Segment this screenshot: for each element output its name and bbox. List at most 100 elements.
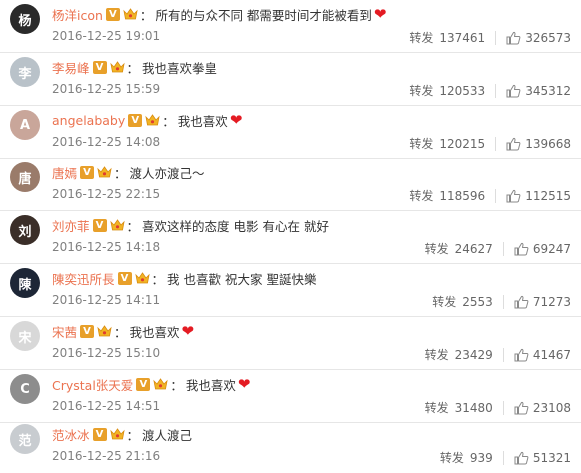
stats-divider [502, 400, 504, 415]
comment-line: 杨洋icon V ： 所有的与众不同 都需要时间才能被看到 ❤ [52, 4, 571, 24]
like-button[interactable]: 23108 [514, 401, 571, 415]
like-count: 139668 [525, 136, 571, 151]
colon-separator: ： [114, 324, 127, 340]
forward-count: 24627 [454, 241, 493, 256]
verified-v-icon: V [105, 7, 120, 21]
like-button[interactable]: 112515 [506, 189, 571, 203]
comment-timestamp: 2016-12-25 22:15 [52, 187, 161, 201]
verified-v-icon: V [117, 271, 132, 285]
like-count: 41467 [532, 347, 571, 362]
colon-separator: ： [170, 377, 183, 393]
user-name-link[interactable]: 陳奕迅所長 [52, 269, 115, 288]
comment-line: 宋茜 V ： 我也喜欢 ❤ [52, 321, 571, 341]
like-button[interactable]: 51321 [514, 451, 571, 465]
comment-item: 刘 刘亦菲 V ： 喜欢这样的态度 电影 有心在 就好 2016-12-25 1… [0, 211, 581, 264]
avatar[interactable]: 杨 [10, 4, 40, 34]
like-count: 326573 [525, 30, 571, 45]
forward-button[interactable]: 转发 2553 [432, 293, 493, 310]
user-name-link[interactable]: Crystal张天爱 [52, 375, 133, 394]
avatar[interactable]: 陳 [10, 268, 40, 298]
forward-button[interactable]: 转发 23429 [425, 346, 493, 363]
crown-badge-icon [97, 324, 112, 338]
thumbs-up-icon [514, 401, 529, 414]
avatar-initial: 唐 [18, 171, 32, 187]
forward-count: 23429 [454, 347, 493, 362]
user-name-link[interactable]: 唐嫣 [52, 163, 77, 182]
like-button[interactable]: 41467 [514, 348, 571, 362]
avatar-initial: 范 [18, 433, 32, 449]
comment-text: 渡人亦渡己～ [129, 165, 205, 181]
avatar[interactable]: 范 [10, 424, 40, 454]
thumbs-up-icon [506, 31, 521, 44]
user-name-link[interactable]: 李易峰 [52, 58, 90, 77]
comment-text: 我也喜欢 [129, 324, 180, 340]
comment-item: 范 范冰冰 V ： 渡人渡己 2016-12-25 21:16 转发 939 5… [0, 420, 581, 473]
colon-separator: ： [126, 218, 140, 234]
comment-list: 杨 杨洋icon V ： 所有的与众不同 都需要时间才能被看到 ❤ 2016-1… [0, 0, 581, 470]
thumbs-up-icon [506, 137, 521, 150]
user-name-link[interactable]: 宋茜 [52, 322, 77, 341]
comment-stats: 转发 23429 41467 [425, 346, 571, 363]
avatar[interactable]: 刘 [10, 215, 40, 245]
forward-button[interactable]: 转发 120215 [409, 135, 485, 152]
comment-timestamp: 2016-12-25 19:01 [52, 29, 161, 43]
comment-text: 我也喜欢 [177, 113, 228, 129]
forward-count: 120533 [439, 83, 486, 98]
avatar-initial: 陳 [18, 277, 32, 293]
avatar-initial: C [20, 381, 30, 397]
comment-stats: 转发 120533 345312 [409, 82, 571, 99]
forward-button[interactable]: 转发 120533 [409, 82, 485, 99]
avatar[interactable]: 李 [10, 57, 40, 87]
thumbs-up-icon [506, 189, 521, 202]
comment-stats: 转发 939 51321 [440, 449, 571, 466]
like-count: 69247 [532, 241, 571, 256]
colon-separator: ： [126, 427, 140, 443]
avatar-initial: 刘 [18, 224, 32, 240]
forward-count: 939 [469, 450, 493, 465]
heart-emoji-icon: ❤ [229, 111, 243, 129]
like-count: 23108 [532, 400, 571, 415]
stats-divider [502, 241, 504, 256]
forward-label: 转发 [409, 84, 434, 98]
comment-stats: 转发 118596 112515 [409, 187, 571, 204]
forward-button[interactable]: 转发 939 [440, 449, 493, 466]
user-name-link[interactable]: 杨洋icon [52, 5, 103, 24]
forward-button[interactable]: 转发 118596 [409, 187, 485, 204]
forward-button[interactable]: 转发 137461 [409, 29, 485, 46]
heart-emoji-icon: ❤ [237, 375, 251, 393]
avatar-initial: 杨 [18, 13, 32, 29]
crown-badge-icon [109, 427, 125, 441]
comment-text: 喜欢这样的态度 电影 有心在 就好 [142, 218, 329, 234]
forward-count: 118596 [439, 188, 486, 203]
avatar[interactable]: 宋 [10, 321, 40, 351]
crown-badge-icon [109, 218, 125, 232]
forward-button[interactable]: 转发 24627 [425, 240, 493, 257]
user-name-link[interactable]: 刘亦菲 [52, 216, 90, 235]
like-count: 112515 [525, 188, 571, 203]
avatar[interactable]: C [10, 374, 40, 404]
like-count: 345312 [525, 83, 571, 98]
comment-line: 刘亦菲 V ： 喜欢这样的态度 电影 有心在 就好 [52, 215, 571, 235]
comment-item: 宋 宋茜 V ： 我也喜欢 ❤ 2016-12-25 15:10 转发 2342… [0, 317, 581, 370]
comment-line: 陳奕迅所長 V ： 我 也喜歡 祝大家 聖誕快樂 [52, 268, 571, 288]
user-name-link[interactable]: 范冰冰 [52, 425, 90, 444]
verified-v-icon: V [92, 60, 107, 74]
forward-label: 转发 [409, 189, 434, 203]
forward-button[interactable]: 转发 31480 [425, 399, 493, 416]
avatar[interactable]: 唐 [10, 162, 40, 192]
forward-count: 137461 [439, 30, 486, 45]
colon-separator: ： [139, 7, 153, 23]
avatar[interactable]: A [10, 110, 40, 140]
like-button[interactable]: 69247 [514, 242, 571, 256]
heart-emoji-icon: ❤ [373, 5, 387, 23]
like-button[interactable]: 139668 [506, 137, 571, 151]
verified-v-icon: V [128, 113, 143, 127]
forward-label: 转发 [409, 31, 434, 45]
like-button[interactable]: 71273 [514, 295, 571, 309]
forward-label: 转发 [424, 242, 449, 256]
user-name-link[interactable]: angelababy [52, 113, 125, 128]
like-button[interactable]: 345312 [506, 84, 571, 98]
comment-line: Crystal张天爱 V ： 我也喜欢 ❤ [52, 374, 571, 394]
like-button[interactable]: 326573 [506, 31, 571, 45]
comment-timestamp: 2016-12-25 14:11 [52, 293, 161, 307]
